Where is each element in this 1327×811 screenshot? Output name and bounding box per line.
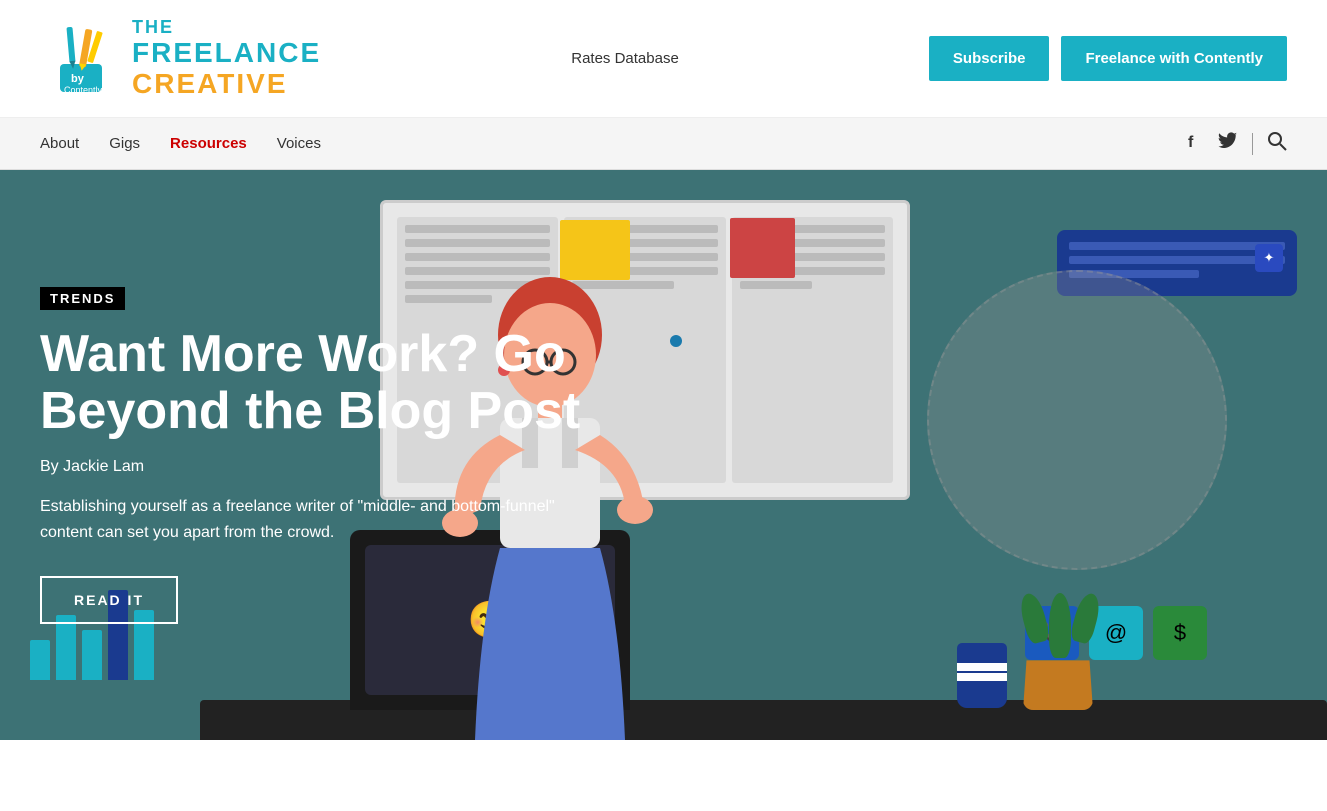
logo-creative: CREATIVE [132, 69, 321, 100]
logo-freelance: FREELANCE [132, 38, 321, 69]
freelance-with-contently-button[interactable]: Freelance with Contently [1061, 36, 1287, 81]
nav-resources[interactable]: Resources [170, 119, 247, 168]
plant-illustration [1023, 593, 1097, 710]
nav-about[interactable]: About [40, 119, 79, 168]
category-badge: TRENDS [40, 287, 125, 310]
hero-description: Establishing yourself as a freelance wri… [40, 494, 560, 545]
hero-title: Want More Work? Go Beyond the Blog Post [40, 326, 600, 440]
main-navbar: About Gigs Resources Voices f [0, 118, 1327, 170]
logo-icon: by Contently [40, 19, 120, 99]
subscribe-button[interactable]: Subscribe [929, 36, 1050, 81]
read-it-button[interactable]: READ IT [40, 576, 178, 624]
nav-gigs[interactable]: Gigs [109, 119, 140, 168]
twitter-icon[interactable] [1218, 132, 1238, 155]
dollar-icon: $ [1153, 606, 1207, 660]
nav-divider [1252, 133, 1253, 155]
svg-text:by: by [71, 73, 85, 85]
logo[interactable]: by Contently THE FREELANCE CREATIVE [40, 18, 321, 99]
sticky-note-red [730, 218, 795, 278]
svg-text:Contently: Contently [64, 85, 103, 95]
logo-text: THE FREELANCE CREATIVE [132, 18, 321, 99]
logo-the: THE [132, 18, 321, 38]
search-icon[interactable] [1267, 131, 1287, 156]
navbar-social: f [1186, 131, 1287, 156]
hero-content: TRENDS Want More Work? Go Beyond the Blo… [0, 170, 640, 740]
hero-section: ✦ 📞 @ $ 😊 [0, 170, 1327, 740]
nav-voices[interactable]: Voices [277, 119, 321, 168]
facebook-icon[interactable]: f [1186, 132, 1204, 155]
header-nav: Rates Database [571, 50, 679, 67]
sphere-decoration [927, 270, 1227, 570]
svg-text:f: f [1188, 134, 1194, 150]
coffee-cup-illustration [957, 643, 1007, 708]
rates-database-link[interactable]: Rates Database [571, 50, 679, 67]
hero-author: By Jackie Lam [40, 458, 600, 476]
navbar-links: About Gigs Resources Voices [40, 119, 321, 168]
site-header: by Contently THE FREELANCE CREATIVE Rate… [0, 0, 1327, 118]
header-buttons: Subscribe Freelance with Contently [929, 36, 1287, 81]
